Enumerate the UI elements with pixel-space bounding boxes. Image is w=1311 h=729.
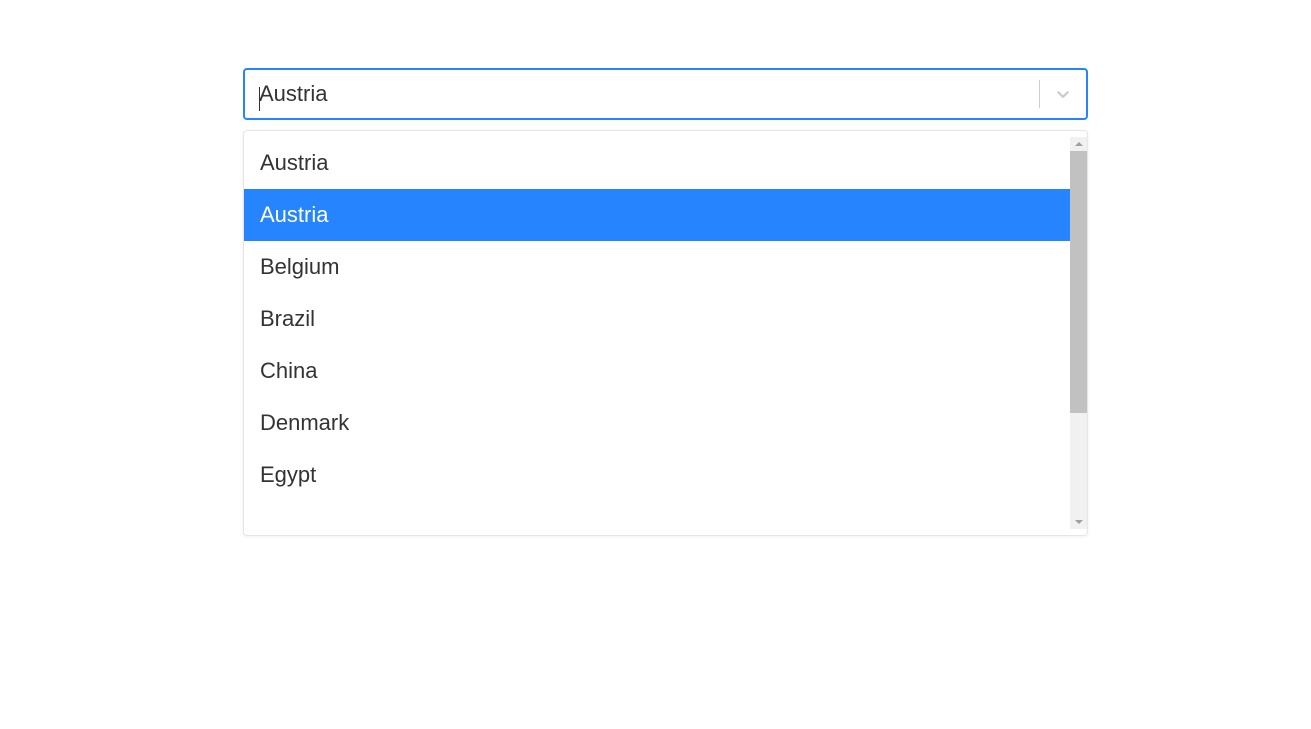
country-select-value: Austria — [259, 83, 327, 105]
country-option[interactable]: Belgium — [244, 241, 1070, 293]
country-option[interactable]: Egypt — [244, 449, 1070, 501]
country-option[interactable]: China — [244, 345, 1070, 397]
country-select[interactable]: Austria AustriaAustriaBelgiumBrazilChina… — [243, 68, 1088, 120]
country-select-options: AustriaAustriaBelgiumBrazilChinaDenmarkE… — [244, 137, 1070, 529]
triangle-up-icon — [1074, 139, 1084, 149]
country-option[interactable]: Austria — [244, 189, 1070, 241]
text-caret — [259, 87, 260, 111]
triangle-down-icon — [1074, 517, 1084, 527]
country-select-value-container[interactable]: Austria — [259, 83, 1039, 105]
country-option[interactable]: Brazil — [244, 293, 1070, 345]
scroll-track[interactable] — [1070, 151, 1087, 515]
scroll-thumb[interactable] — [1070, 151, 1087, 413]
scroll-up-button[interactable] — [1070, 137, 1087, 151]
scroll-down-button[interactable] — [1070, 515, 1087, 529]
dropdown-toggle[interactable] — [1040, 70, 1086, 118]
country-option[interactable]: Austria — [244, 137, 1070, 189]
country-option[interactable]: Denmark — [244, 397, 1070, 449]
chevron-down-icon — [1053, 84, 1073, 104]
country-select-control[interactable]: Austria — [243, 68, 1088, 120]
country-select-menu: AustriaAustriaBelgiumBrazilChinaDenmarkE… — [243, 130, 1088, 536]
menu-scrollbar[interactable] — [1070, 137, 1087, 529]
